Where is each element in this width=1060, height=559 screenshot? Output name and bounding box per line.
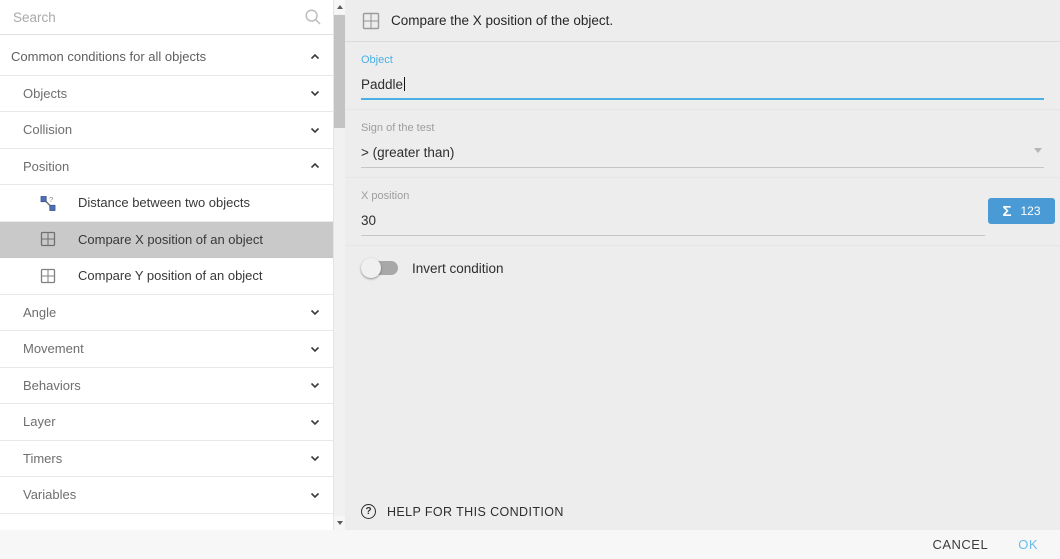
chevron-down-icon: [309, 379, 321, 391]
compare-grid-icon: [362, 12, 380, 30]
chevron-up-icon: [309, 160, 321, 172]
x-position-field-block: X position 30 Σ 123: [345, 178, 1060, 246]
dialog-main: Common conditions for all objects Object…: [0, 0, 1060, 530]
sidebar-item-label: Angle: [23, 305, 56, 320]
sidebar-item-movement[interactable]: Movement: [0, 331, 333, 368]
sidebar-item-common-conditions[interactable]: Common conditions for all objects: [0, 39, 333, 76]
triangle-down-icon: [337, 521, 343, 525]
object-field-block: Object Paddle: [345, 42, 1060, 110]
condition-settings-panel: Compare the X position of the object. Ob…: [345, 0, 1060, 530]
sidebar-scrollbar[interactable]: [333, 0, 345, 530]
compare-grid-icon: [40, 268, 56, 284]
help-label: HELP FOR THIS CONDITION: [387, 505, 564, 519]
sidebar-item-position[interactable]: Position: [0, 149, 333, 186]
condition-tree: Common conditions for all objects Object…: [0, 39, 333, 530]
sign-field-underline: [361, 167, 1044, 168]
sidebar-item-timers[interactable]: Timers: [0, 441, 333, 478]
x-position-field-label: X position: [361, 190, 1044, 202]
sidebar-item-angle[interactable]: Angle: [0, 295, 333, 332]
sign-select[interactable]: > (greater than): [361, 145, 1044, 161]
sidebar-item-label: Position: [23, 159, 69, 174]
sidebar-item-label: Collision: [23, 122, 72, 137]
toggle-knob: [361, 258, 381, 278]
sidebar-item-compare-y-position[interactable]: Compare Y position of an object: [0, 258, 333, 295]
condition-editor-dialog: Common conditions for all objects Object…: [0, 0, 1060, 559]
invert-condition-label: Invert condition: [412, 261, 504, 276]
chevron-down-icon: [309, 87, 321, 99]
chevron-down-icon: [309, 306, 321, 318]
sign-field-label: Sign of the test: [361, 122, 1044, 134]
chevron-down-icon: [309, 343, 321, 355]
x-position-input[interactable]: 30: [361, 213, 1044, 229]
help-for-condition-button[interactable]: ? HELP FOR THIS CONDITION: [361, 502, 568, 521]
scrollbar-thumb[interactable]: [334, 15, 345, 128]
invert-condition-row: Invert condition: [361, 258, 1044, 278]
sidebar-item-partial: [0, 514, 333, 530]
object-field-underline: [361, 98, 1044, 100]
sign-field-block: Sign of the test > (greater than): [345, 110, 1060, 178]
x-position-field-underline: [361, 235, 985, 236]
condition-title: Compare the X position of the object.: [391, 13, 613, 28]
sidebar-item-layer[interactable]: Layer: [0, 404, 333, 441]
search-row: [0, 0, 333, 35]
object-field-value: Paddle: [361, 77, 403, 92]
sidebar-item-label: Behaviors: [23, 378, 81, 393]
sidebar-item-label: Distance between two objects: [78, 195, 250, 210]
ok-button[interactable]: OK: [1008, 534, 1048, 555]
dialog-footer: CANCEL OK: [0, 530, 1060, 559]
object-field-label: Object: [361, 54, 1044, 66]
sidebar-item-distance-between-two-objects[interactable]: ? Distance between two objects: [0, 185, 333, 222]
chevron-down-icon: [309, 124, 321, 136]
scroll-up-button[interactable]: [334, 0, 345, 14]
sidebar-item-label: Objects: [23, 86, 67, 101]
dropdown-caret-icon[interactable]: [1034, 148, 1042, 153]
chevron-down-icon: [309, 489, 321, 501]
text-caret: [404, 77, 405, 91]
sidebar-item-objects[interactable]: Objects: [0, 76, 333, 113]
chevron-down-icon: [309, 452, 321, 464]
sidebar-item-label: Variables: [23, 487, 76, 502]
help-question-icon: ?: [361, 504, 376, 519]
triangle-up-icon: [337, 5, 343, 9]
sidebar-item-label: Common conditions for all objects: [11, 49, 206, 64]
condition-list-sidebar: Common conditions for all objects Object…: [0, 0, 333, 530]
svg-text:?: ?: [49, 195, 53, 204]
distance-icon: ?: [40, 195, 56, 211]
search-input[interactable]: [11, 9, 304, 26]
chevron-up-icon: [309, 51, 321, 63]
sidebar-item-variables[interactable]: Variables: [0, 477, 333, 514]
sidebar-item-collision[interactable]: Collision: [0, 112, 333, 149]
sidebar-item-label: Movement: [23, 341, 84, 356]
condition-header: Compare the X position of the object.: [345, 0, 1060, 42]
sidebar-item-compare-x-position[interactable]: Compare X position of an object: [0, 222, 333, 259]
chevron-down-icon: [309, 416, 321, 428]
sigma-icon: Σ: [1002, 204, 1011, 219]
expression-editor-button[interactable]: Σ 123: [988, 198, 1055, 224]
compare-grid-icon: [40, 231, 56, 247]
sidebar-item-label: Compare Y position of an object: [78, 268, 263, 283]
object-field-input[interactable]: Paddle: [361, 77, 1044, 93]
cancel-button[interactable]: CANCEL: [922, 534, 998, 555]
sidebar-item-label: Timers: [23, 451, 62, 466]
sidebar-item-behaviors[interactable]: Behaviors: [0, 368, 333, 405]
expression-button-label: 123: [1020, 205, 1040, 217]
search-icon: [304, 8, 322, 26]
scroll-down-button[interactable]: [334, 516, 345, 530]
invert-condition-toggle[interactable]: [361, 258, 399, 278]
sidebar-item-label: Layer: [23, 414, 56, 429]
sidebar-item-label: Compare X position of an object: [78, 232, 263, 247]
